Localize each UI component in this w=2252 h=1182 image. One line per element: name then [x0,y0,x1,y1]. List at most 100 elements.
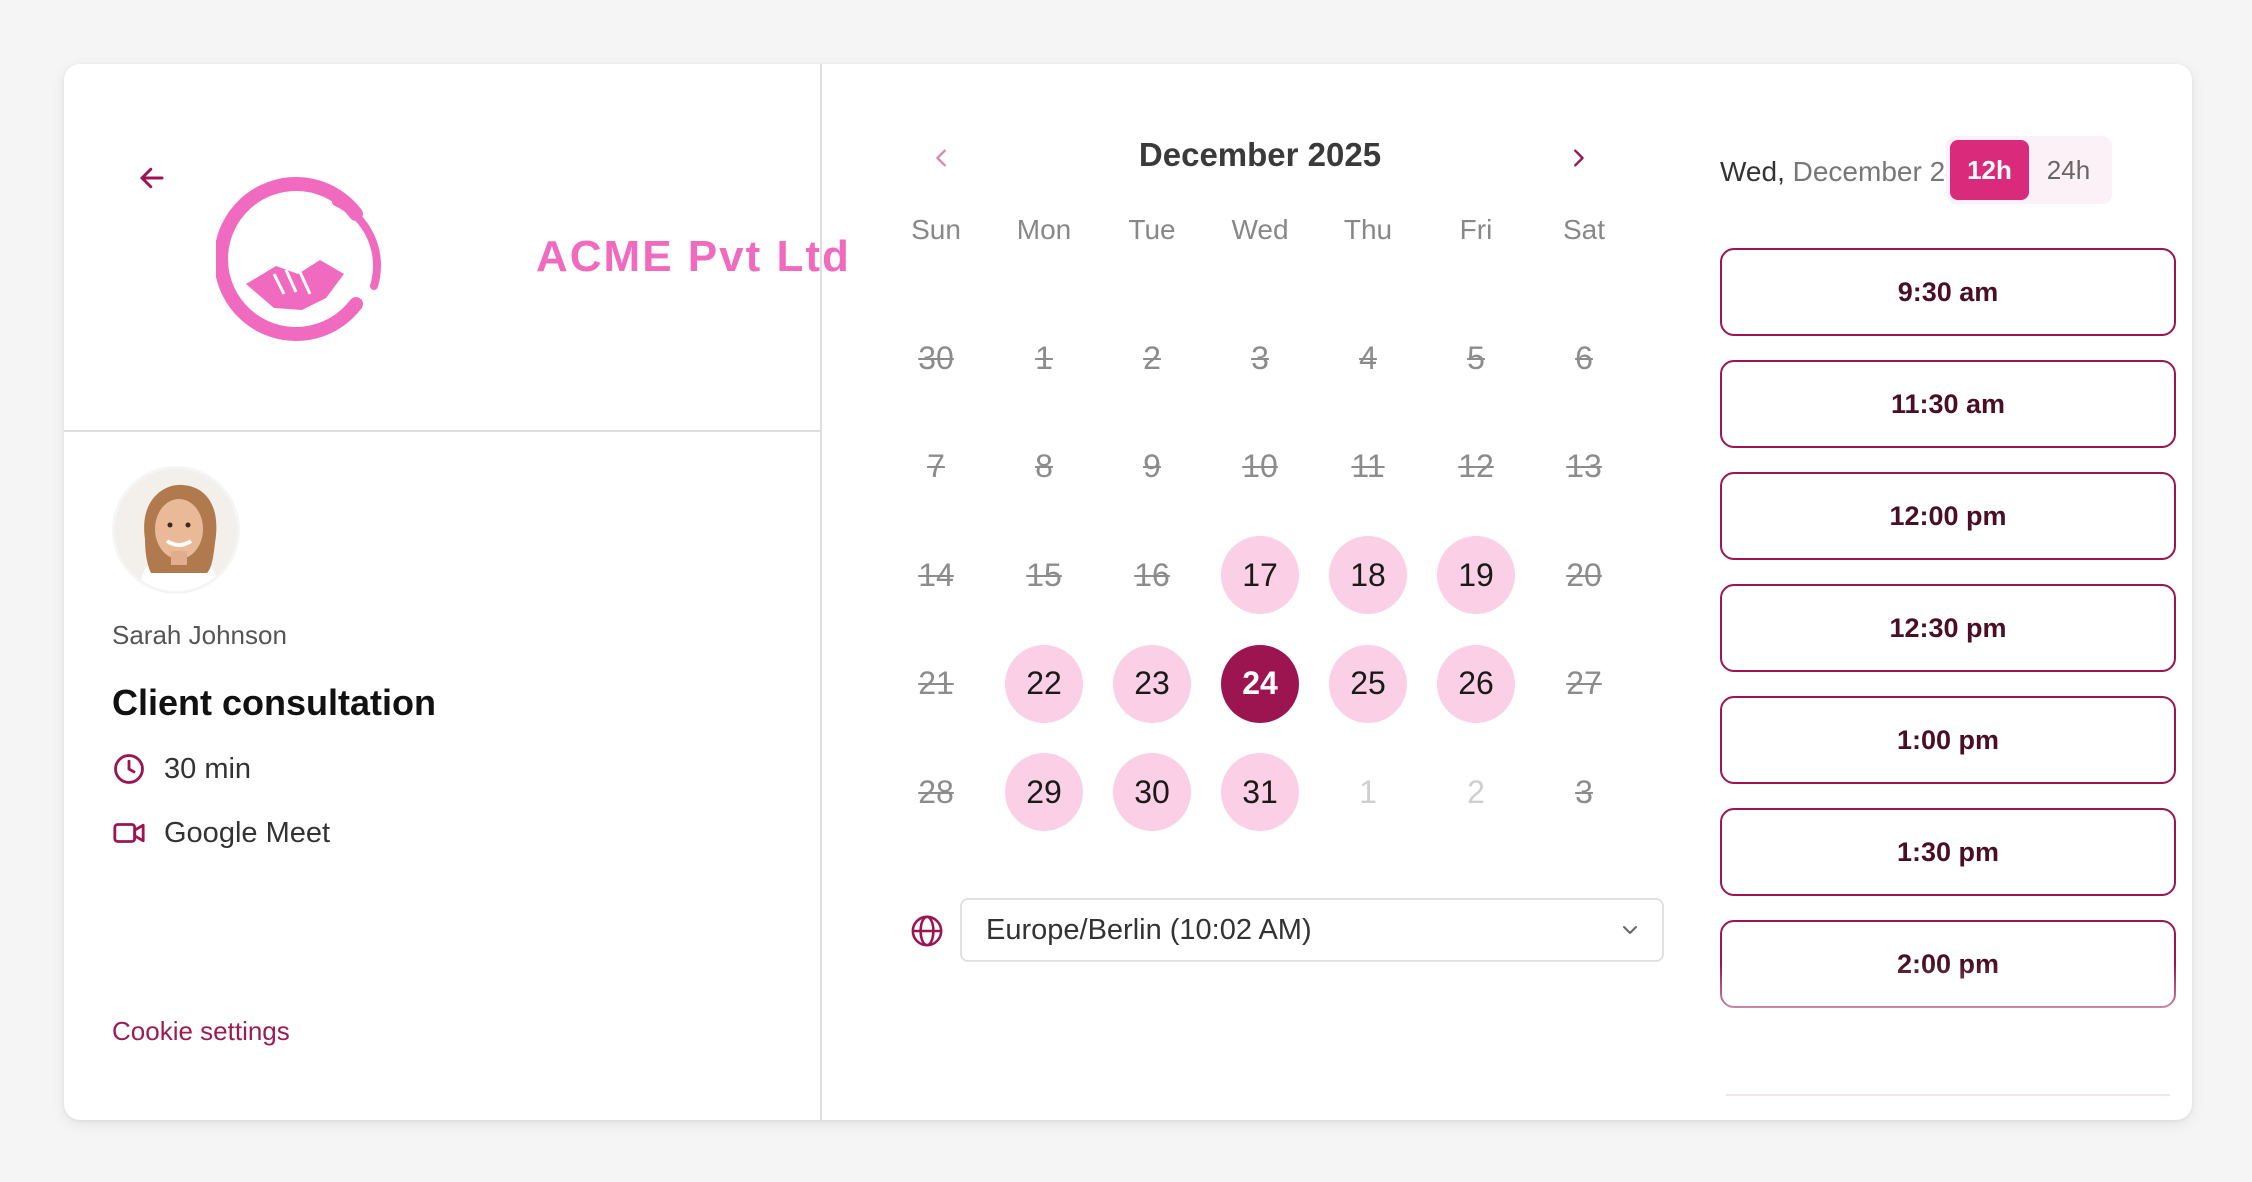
timezone-value: Europe/Berlin (10:02 AM) [986,913,1312,946]
day-number: 11 [1351,448,1385,485]
weekday-label: Tue [1128,214,1176,245]
format-12h-option[interactable]: 12h [1950,140,2029,200]
day-number: 13 [1566,448,1602,485]
day-number: 1 [1359,773,1377,810]
time-slot-button[interactable]: 2:00 pm [1720,920,2176,1008]
calendar-day-unavailable: 11 [1314,413,1422,522]
day-number: 19 [1437,536,1515,615]
globe-icon [911,915,943,947]
day-number: 9 [1143,448,1161,485]
calendar-day-unavailable: 12 [1422,413,1530,522]
company-logo: ACME Pvt Ltd [216,174,849,344]
calendar-day-unavailable: 2 [1098,304,1206,413]
calendar-day-unavailable: 30 [882,304,990,413]
calendar-day-available[interactable]: 26 [1422,630,1530,739]
calendar-day-unavailable: 27 [1530,630,1638,739]
logo-area: ACME Pvt Ltd [64,64,849,432]
calendar-days-grid: 30 1 2 3 4 5 6 7 8 9 10 11 12 13 14 15 16 17 18 19 20 21 22 23 2… [882,304,1638,847]
day-number: 29 [1005,753,1083,832]
weekday-label: Fri [1459,214,1493,245]
back-button[interactable] [130,156,174,200]
day-number: 16 [1134,556,1170,593]
calendar-day-unavailable: 1 [990,304,1098,413]
calendar-day-selected[interactable]: 24 [1206,630,1314,739]
calendar-day-unavailable: 13 [1530,413,1638,522]
day-number: 7 [927,448,945,485]
weekday-header: Sun Mon Tue Wed Thu Fri Sat [882,214,1638,246]
host-name: Sarah Johnson [112,620,287,650]
calendar-day-unavailable: 1 [1314,738,1422,847]
clock-icon [114,754,144,784]
calendar-day-available[interactable]: 31 [1206,738,1314,847]
calendar-day-available[interactable]: 29 [990,738,1098,847]
event-duration: 30 min [112,752,251,786]
day-number: 10 [1242,448,1278,485]
calendar-day-unavailable: 9 [1098,413,1206,522]
calendar-day-available[interactable]: 19 [1422,521,1530,630]
time-slots-panel: Wed, December 24 12h 24h 9:30 am 11:30 a… [1702,64,2192,1120]
calendar-day-available[interactable]: 22 [990,630,1098,739]
location-label: Google Meet [164,816,331,849]
handshake-logo-icon [216,177,381,341]
calendar-day-unavailable: 2 [1422,738,1530,847]
event-title: Client consultation [112,682,436,723]
day-number: 30 [1113,753,1191,832]
video-camera-icon [113,823,145,843]
avatar [112,466,240,594]
time-slot-button[interactable]: 1:00 pm [1720,696,2176,784]
calendar-day-unavailable: 20 [1530,521,1638,630]
timezone-select[interactable]: Europe/Berlin (10:02 AM) [960,898,1664,962]
day-number: 2 [1143,339,1161,376]
cookie-settings-link[interactable]: Cookie settings [112,1016,290,1047]
day-number: 23 [1113,644,1191,723]
calendar-day-unavailable: 6 [1530,304,1638,413]
calendar-day-available[interactable]: 18 [1314,521,1422,630]
weekday-label: Sat [1562,214,1606,245]
arrow-left-icon [140,167,164,189]
day-number: 12 [1458,448,1494,485]
time-slot-button[interactable]: 1:30 pm [1720,808,2176,896]
weekday-label: Sun [911,214,961,245]
day-number: 6 [1575,339,1593,376]
day-number: 24 [1221,644,1299,723]
day-number: 15 [1026,556,1062,593]
day-number: 17 [1221,536,1299,615]
calendar-day-available[interactable]: 30 [1098,738,1206,847]
time-slot-button[interactable]: 12:00 pm [1720,472,2176,560]
day-number: 5 [1467,339,1485,376]
calendar-day-unavailable: 10 [1206,413,1314,522]
calendar-day-unavailable: 4 [1314,304,1422,413]
time-slot-list: 9:30 am 11:30 am 12:00 pm 12:30 pm 1:00 … [1720,248,2176,1032]
time-slot-button[interactable]: 12:30 pm [1720,584,2176,672]
calendar-day-unavailable: 3 [1206,304,1314,413]
day-number: 1 [1035,339,1053,376]
booking-card: ACME Pvt Ltd Sarah Johnson Client consul… [64,64,2192,1120]
host-photo [115,469,237,591]
company-name: ACME Pvt Ltd [536,232,851,281]
format-24h-option[interactable]: 24h [2029,140,2108,200]
event-location: Google Meet [112,816,330,850]
calendar-day-available[interactable]: 25 [1314,630,1422,739]
previous-month-button[interactable] [922,136,962,180]
selected-weekday: Wed, [1720,156,1785,187]
selected-date-label: Wed, December 24 [1720,156,1961,188]
day-number: 30 [918,339,954,376]
calendar-day-unavailable: 28 [882,738,990,847]
day-number: 18 [1329,536,1407,615]
calendar-day-available[interactable]: 23 [1098,630,1206,739]
day-number: 26 [1437,644,1515,723]
weekday-label: Wed [1231,214,1289,245]
day-number: 25 [1329,644,1407,723]
calendar-day-unavailable: 8 [990,413,1098,522]
day-number: 22 [1005,644,1083,723]
time-slot-button[interactable]: 11:30 am [1720,360,2176,448]
calendar-day-unavailable: 16 [1098,521,1206,630]
day-number: 2 [1467,773,1485,810]
time-slot-button[interactable]: 9:30 am [1720,248,2176,336]
day-number: 28 [918,773,954,810]
day-number: 14 [918,556,954,593]
calendar-day-available[interactable]: 17 [1206,521,1314,630]
next-month-button[interactable] [1558,136,1598,180]
calendar-day-unavailable: 21 [882,630,990,739]
calendar-day-unavailable: 15 [990,521,1098,630]
